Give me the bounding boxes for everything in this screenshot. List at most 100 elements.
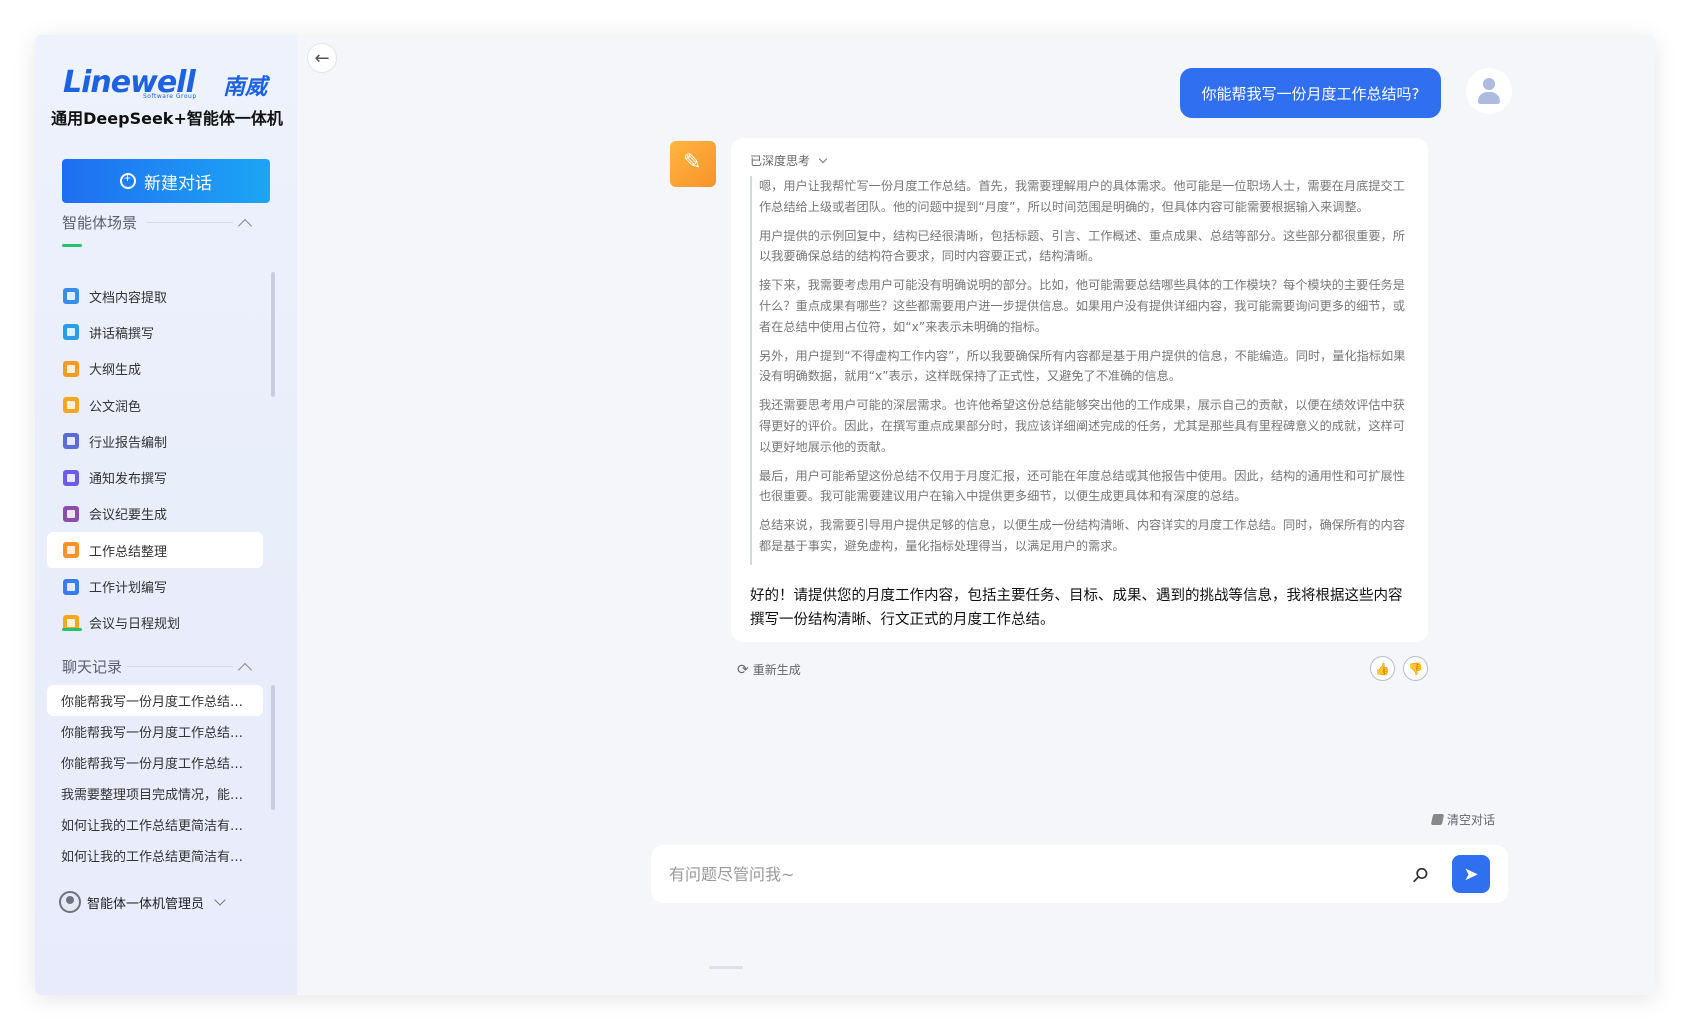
user-menu[interactable]: 智能体一体机管理员 xyxy=(59,891,226,913)
sidebar: Linewell 南威 Software Group 通用DeepSeek+智能… xyxy=(35,35,297,995)
thumbs-up-icon: 👍 xyxy=(1375,661,1390,676)
scene-item[interactable]: 文档内容提取 xyxy=(47,278,263,314)
thinking-paragraph: 总结来说，我需要引导用户提供足够的信息，以便生成一份结构清晰、内容详实的月度工作… xyxy=(759,518,1405,553)
history-item-label: 如何让我的工作总结更简洁有力? xyxy=(61,850,247,865)
scenes-more-indicator xyxy=(62,628,82,631)
thinking-paragraph: 接下来，我需要考虑用户可能没有明确说明的部分。比如，他可能需要总结哪些具体的工作… xyxy=(759,278,1405,334)
history-title: 聊天记录 xyxy=(62,658,123,676)
scene-item-label: 工作计划编写 xyxy=(89,581,168,597)
user-avatar-icon xyxy=(59,891,81,913)
notice-icon xyxy=(63,469,79,486)
thinking-content: 嗯，用户让我帮忙写一份月度工作总结。首先，我需要理解用户的具体需求。他可能是一位… xyxy=(750,176,1412,565)
scene-item-label: 讲话稿撰写 xyxy=(89,326,155,342)
thinking-paragraph: 另外，用户提到“不得虚构工作内容”，所以我要确保所有内容都是基于用户提供的信息，… xyxy=(759,348,1406,384)
outline-icon xyxy=(63,360,79,377)
thinking-paragraph: 嗯，用户让我帮忙写一份月度工作总结。首先，我需要理解用户的具体需求。他可能是一位… xyxy=(759,179,1405,214)
send-icon: ➤ xyxy=(1463,863,1479,884)
scene-item-label: 会议与日程规划 xyxy=(89,617,181,633)
scene-list: 文档内容提取 讲话稿撰写大纲生成公文润色行业报告编制 通知发布撰写 会议纪要生成 工作总… xyxy=(47,278,263,641)
scenes-scrollbar[interactable] xyxy=(271,272,275,397)
new-chat-icon xyxy=(120,171,136,189)
scene-item[interactable]: 会议与日程规划 xyxy=(47,605,263,641)
assistant-message-card: 已深度思考 嗯，用户让我帮忙写一份月度工作总结。首先，我需要理解用户的具体需求。… xyxy=(731,138,1428,642)
broom-icon xyxy=(1430,814,1445,825)
app-window: Linewell 南威 Software Group 通用DeepSeek+智能… xyxy=(35,35,1655,995)
scene-item-label: 文档内容提取 xyxy=(89,290,168,306)
scene-item-label: 工作总结整理 xyxy=(89,544,168,560)
back-button[interactable]: ← xyxy=(307,43,337,73)
history-item-label: 如何让我的工作总结更简洁有力? xyxy=(61,819,247,834)
history-item-label: 你能帮我写一份月度工作总结吗? xyxy=(61,757,247,772)
doc-extract-icon xyxy=(63,288,79,305)
thinking-paragraph: 最后，用户可能希望这份总结不仅用于月度汇报，还可能在年度总结或其他报告中使用。因… xyxy=(759,468,1405,504)
chat-input-box: ⚲ ➤ xyxy=(651,845,1508,903)
scene-item[interactable]: 工作计划编写 xyxy=(47,568,263,604)
scenes-indicator xyxy=(62,244,82,247)
plan-icon xyxy=(63,578,79,595)
thumbs-down-icon: 👎 xyxy=(1408,661,1423,676)
summary-icon xyxy=(63,542,79,559)
scene-item[interactable]: 会议纪要生成 xyxy=(47,496,263,532)
resize-handle[interactable] xyxy=(709,966,743,969)
scene-item-label: 大纲生成 xyxy=(89,363,142,379)
scene-item-label: 会议纪要生成 xyxy=(89,508,168,524)
chat-area: ← 你能帮我写一份月度工作总结吗? 已深度思考 嗯，用户让我帮忙写一份月度工作总… xyxy=(297,35,1655,995)
chevron-down-icon xyxy=(214,894,226,906)
history-item[interactable]: 如何让我的工作总结更简洁有力? xyxy=(47,840,263,871)
history-item[interactable]: 你能帮我写一份月度工作总结吗? xyxy=(47,685,263,716)
regenerate-label: 重新生成 xyxy=(752,663,801,677)
chat-input[interactable] xyxy=(669,861,1389,887)
scene-item[interactable]: 大纲生成 xyxy=(47,351,263,387)
polish-icon xyxy=(63,397,79,414)
user-avatar-icon xyxy=(1466,68,1512,114)
scene-item[interactable]: 行业报告编制 xyxy=(47,423,263,459)
history-item-label: 你能帮我写一份月度工作总结吗? xyxy=(61,726,247,741)
logo-cn: 南威 xyxy=(223,75,268,100)
send-button[interactable]: ➤ xyxy=(1452,855,1490,893)
new-chat-label: 新建对话 xyxy=(144,173,212,193)
clear-chat-label: 清空对话 xyxy=(1447,813,1496,827)
scene-item[interactable]: 讲话稿撰写 xyxy=(47,314,263,350)
history-item[interactable]: 你能帮我写一份月度工作总结吗? xyxy=(47,716,263,747)
report-icon xyxy=(63,433,79,450)
history-scrollbar[interactable] xyxy=(271,685,275,810)
thumbs-down-button[interactable]: 👎 xyxy=(1403,656,1428,681)
bot-avatar-icon xyxy=(670,141,716,187)
scene-item-label: 公文润色 xyxy=(89,399,142,415)
scenes-collapse-icon[interactable] xyxy=(237,218,253,234)
user-name: 智能体一体机管理员 xyxy=(87,896,205,912)
new-chat-button[interactable]: 新建对话 xyxy=(62,159,270,203)
final-answer: 好的！请提供您的月度工作内容，包括主要任务、目标、成果、遇到的挑战等信息，我将根… xyxy=(750,588,1403,628)
product-name: 通用DeepSeek+智能体一体机 xyxy=(51,109,283,128)
user-message-bubble: 你能帮我写一份月度工作总结吗? xyxy=(1180,68,1441,118)
history-item[interactable]: 我需要整理项目完成情况，能帮我吗? xyxy=(47,778,263,809)
scenes-title: 智能体场景 xyxy=(62,214,138,232)
chevron-down-icon xyxy=(818,154,828,164)
history-item-label: 我需要整理项目完成情况，能帮我吗? xyxy=(61,788,247,803)
thinking-paragraph: 我还需要思考用户可能的深层需求。也许他希望这份总结能够突出他的工作成果，展示自己… xyxy=(759,398,1405,454)
scene-item[interactable]: 工作总结整理 xyxy=(47,532,263,569)
scenes-divider xyxy=(147,222,233,223)
scene-item-label: 通知发布撰写 xyxy=(89,472,168,488)
regenerate-button[interactable]: ⟳ 重新生成 xyxy=(737,661,801,678)
scene-item-label: 行业报告编制 xyxy=(89,435,168,451)
logo-sub: Software Group xyxy=(143,93,197,100)
history-item-label: 你能帮我写一份月度工作总结吗? xyxy=(61,695,247,710)
thumbs-up-button[interactable]: 👍 xyxy=(1370,656,1395,681)
arrow-left-icon: ← xyxy=(314,47,330,69)
history-item[interactable]: 你能帮我写一份月度工作总结吗? xyxy=(47,747,263,778)
history-collapse-icon[interactable] xyxy=(237,662,253,678)
scene-item[interactable]: 公文润色 xyxy=(47,387,263,423)
thinking-toggle[interactable]: 已深度思考 xyxy=(750,152,828,169)
speech-icon xyxy=(63,324,79,341)
history-divider xyxy=(127,666,233,667)
minutes-icon xyxy=(63,505,79,522)
attachment-icon[interactable]: ⚲ xyxy=(1407,861,1434,888)
brand-logo: Linewell 南威 Software Group xyxy=(63,65,273,100)
thinking-paragraph: 用户提供的示例回复中，结构已经很清晰，包括标题、引言、工作概述、重点成果、总结等… xyxy=(759,228,1405,264)
history-list: 你能帮我写一份月度工作总结吗? 你能帮我写一份月度工作总结吗? 你能帮我写一份月度工… xyxy=(47,685,263,871)
scene-item[interactable]: 通知发布撰写 xyxy=(47,459,263,495)
clear-chat-button[interactable]: 清空对话 xyxy=(1430,811,1496,828)
thinking-label: 已深度思考 xyxy=(750,154,811,168)
history-item[interactable]: 如何让我的工作总结更简洁有力? xyxy=(47,809,263,840)
